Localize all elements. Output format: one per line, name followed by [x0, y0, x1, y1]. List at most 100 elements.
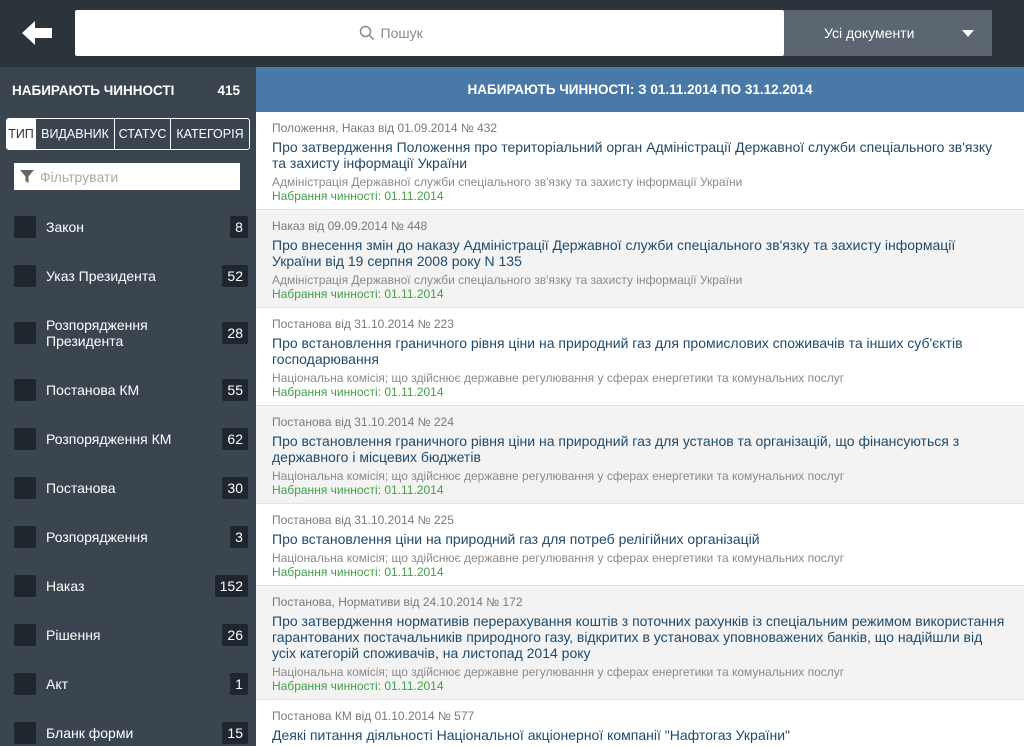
- document-type-dropdown-label: Усі документи: [824, 25, 915, 41]
- checkbox-icon[interactable]: [14, 525, 36, 548]
- list-item[interactable]: Постанова, Нормативи від 24.10.2014 № 17…: [256, 586, 1024, 700]
- doc-title[interactable]: Про встановлення ціни на природний газ д…: [272, 531, 1008, 547]
- doc-title[interactable]: Про встановлення граничного рівня ціни н…: [272, 335, 1008, 367]
- filter-box[interactable]: [14, 163, 240, 190]
- doc-title[interactable]: Про затвердження нормативів перерахуванн…: [272, 613, 1008, 661]
- sidebar-item-presidential-decree[interactable]: Указ Президента 52: [0, 251, 256, 300]
- sidebar-item-label: Наказ: [46, 577, 85, 594]
- doc-effective-date: Набрання чинності: 01.11.2014: [272, 287, 444, 301]
- filter-tabs: ТИП ВИДАВНИК СТАТУС КАТЕГОРІЯ: [6, 118, 250, 150]
- sidebar-item-resolution[interactable]: Постанова 30: [0, 463, 256, 512]
- doc-meta: Постанова від 31.10.2014 № 225: [272, 513, 454, 527]
- doc-meta: Наказ від 09.09.2014 № 448: [272, 219, 428, 233]
- count-badge: 52: [222, 264, 248, 287]
- doc-title[interactable]: Про внесення змін до наказу Адміністраці…: [272, 237, 1008, 269]
- list-item[interactable]: Постанова КМ від 01.10.2014 № 577 Деякі …: [256, 700, 1024, 746]
- sidebar-item-decision[interactable]: Рішення 26: [0, 610, 256, 659]
- chevron-down-icon: [962, 30, 974, 37]
- sidebar-item-presidential-order[interactable]: Розпорядження Президента 28: [0, 300, 256, 365]
- doc-title[interactable]: Про встановлення граничного рівня ціни н…: [272, 433, 1008, 465]
- search-icon: [359, 25, 374, 41]
- sidebar-item-label: Акт: [46, 675, 69, 692]
- document-list-panel: НАБИРАЮТЬ ЧИННОСТІ: З 01.11.2014 ПО 31.1…: [256, 67, 1024, 746]
- checkbox-icon[interactable]: [14, 378, 36, 401]
- doc-title[interactable]: Деякі питання діяльності Національної ак…: [272, 727, 1008, 743]
- sidebar-item-label: Розпорядження: [46, 528, 148, 545]
- count-badge: 30: [222, 476, 248, 499]
- checkbox-icon[interactable]: [14, 574, 36, 597]
- document-type-dropdown[interactable]: Усі документи: [784, 10, 992, 56]
- checkbox-icon[interactable]: [14, 476, 36, 499]
- doc-effective-date: Набрання чинності: 01.11.2014: [272, 385, 444, 399]
- sidebar-item-label: Постанова: [46, 479, 116, 496]
- filter-input[interactable]: [40, 168, 240, 185]
- tab-publisher[interactable]: ВИДАВНИК: [36, 119, 115, 149]
- doc-effective-date: Набрання чинності: 01.11.2014: [272, 483, 444, 497]
- count-badge: 26: [222, 623, 248, 646]
- sidebar-item-label: Указ Президента: [46, 267, 156, 284]
- count-badge: 152: [214, 574, 248, 597]
- sidebar-item-label: Розпорядження Президента: [46, 316, 148, 349]
- doc-issuer: Національна комісія; що здійснює державн…: [272, 665, 845, 679]
- sidebar-item-cabinet-resolution[interactable]: Постанова КМ 55: [0, 365, 256, 414]
- doc-issuer: Національна комісія; що здійснює державн…: [272, 551, 845, 565]
- tab-category[interactable]: КАТЕГОРІЯ: [171, 119, 249, 149]
- doc-issuer: Адміністрація Державної служби спеціальн…: [272, 273, 743, 287]
- sidebar-header: НАБИРАЮТЬ ЧИННОСТІ 415: [0, 67, 256, 113]
- sidebar-title: НАБИРАЮТЬ ЧИННОСТІ: [12, 82, 175, 98]
- sidebar-item-law[interactable]: Закон 8: [0, 202, 256, 251]
- doc-meta: Постанова від 31.10.2014 № 224: [272, 415, 454, 429]
- list-header: НАБИРАЮТЬ ЧИННОСТІ: З 01.11.2014 ПО 31.1…: [256, 67, 1024, 112]
- funnel-icon: [20, 169, 34, 183]
- sidebar-item-cabinet-order[interactable]: Розпорядження КМ 62: [0, 414, 256, 463]
- sidebar-item-label: Розпорядження КМ: [46, 430, 172, 447]
- count-badge: 62: [222, 427, 248, 450]
- doc-meta: Постанова КМ від 01.10.2014 № 577: [272, 709, 475, 723]
- search-box[interactable]: [75, 10, 784, 56]
- sidebar-item-order[interactable]: Розпорядження 3: [0, 512, 256, 561]
- count-badge: 28: [222, 321, 248, 344]
- count-badge: 3: [230, 525, 248, 548]
- list-item[interactable]: Постанова від 31.10.2014 № 223 Про встан…: [256, 308, 1024, 406]
- sidebar-item-label: Постанова КМ: [46, 381, 140, 398]
- doc-effective-date: Набрання чинності: 01.11.2014: [272, 189, 444, 203]
- back-button[interactable]: [22, 20, 54, 46]
- sidebar: НАБИРАЮТЬ ЧИННОСТІ 415 ТИП ВИДАВНИК СТАТ…: [0, 67, 256, 746]
- doc-effective-date: Набрання чинності: 01.11.2014: [272, 679, 444, 693]
- list-item[interactable]: Постанова від 31.10.2014 № 225 Про встан…: [256, 504, 1024, 586]
- top-bar: Усі документи: [0, 0, 1024, 67]
- checkbox-icon[interactable]: [14, 215, 36, 238]
- list-item[interactable]: Положення, Наказ від 01.09.2014 № 432 Пр…: [256, 112, 1024, 210]
- type-list: Закон 8 Указ Президента 52 Розпорядження…: [0, 202, 256, 746]
- checkbox-icon[interactable]: [14, 321, 36, 344]
- doc-title[interactable]: Про затвердження Положення про територіа…: [272, 139, 1008, 171]
- sidebar-item-label: Закон: [46, 218, 85, 235]
- count-badge: 55: [222, 378, 248, 401]
- doc-effective-date: Набрання чинності: 01.11.2014: [272, 565, 444, 579]
- checkbox-icon[interactable]: [14, 721, 36, 744]
- doc-issuer: Національна комісія; що здійснює державн…: [272, 371, 845, 385]
- tab-type[interactable]: ТИП: [7, 119, 36, 149]
- tab-status[interactable]: СТАТУС: [115, 119, 171, 149]
- sidebar-item-form[interactable]: Бланк форми 15: [0, 708, 256, 746]
- checkbox-icon[interactable]: [14, 623, 36, 646]
- sidebar-item-decree[interactable]: Наказ 152: [0, 561, 256, 610]
- arrow-left-icon: [22, 21, 52, 45]
- list-item[interactable]: Наказ від 09.09.2014 № 448 Про внесення …: [256, 210, 1024, 308]
- search-input[interactable]: [380, 25, 501, 41]
- doc-meta: Постанова від 31.10.2014 № 223: [272, 317, 454, 331]
- doc-meta: Положення, Наказ від 01.09.2014 № 432: [272, 121, 498, 135]
- list-item[interactable]: Постанова від 31.10.2014 № 224 Про встан…: [256, 406, 1024, 504]
- checkbox-icon[interactable]: [14, 427, 36, 450]
- count-badge: 8: [230, 215, 248, 238]
- sidebar-item-label: Бланк форми: [46, 724, 134, 741]
- sidebar-item-label: Рішення: [46, 626, 101, 643]
- doc-issuer: Національна комісія; що здійснює державн…: [272, 469, 845, 483]
- checkbox-icon[interactable]: [14, 672, 36, 695]
- sidebar-item-act[interactable]: Акт 1: [0, 659, 256, 708]
- count-badge: 1: [230, 672, 248, 695]
- checkbox-icon[interactable]: [14, 264, 36, 287]
- sidebar-total-count: 415: [217, 82, 240, 98]
- doc-issuer: Адміністрація Державної служби спеціальн…: [272, 175, 743, 189]
- count-badge: 15: [222, 721, 248, 744]
